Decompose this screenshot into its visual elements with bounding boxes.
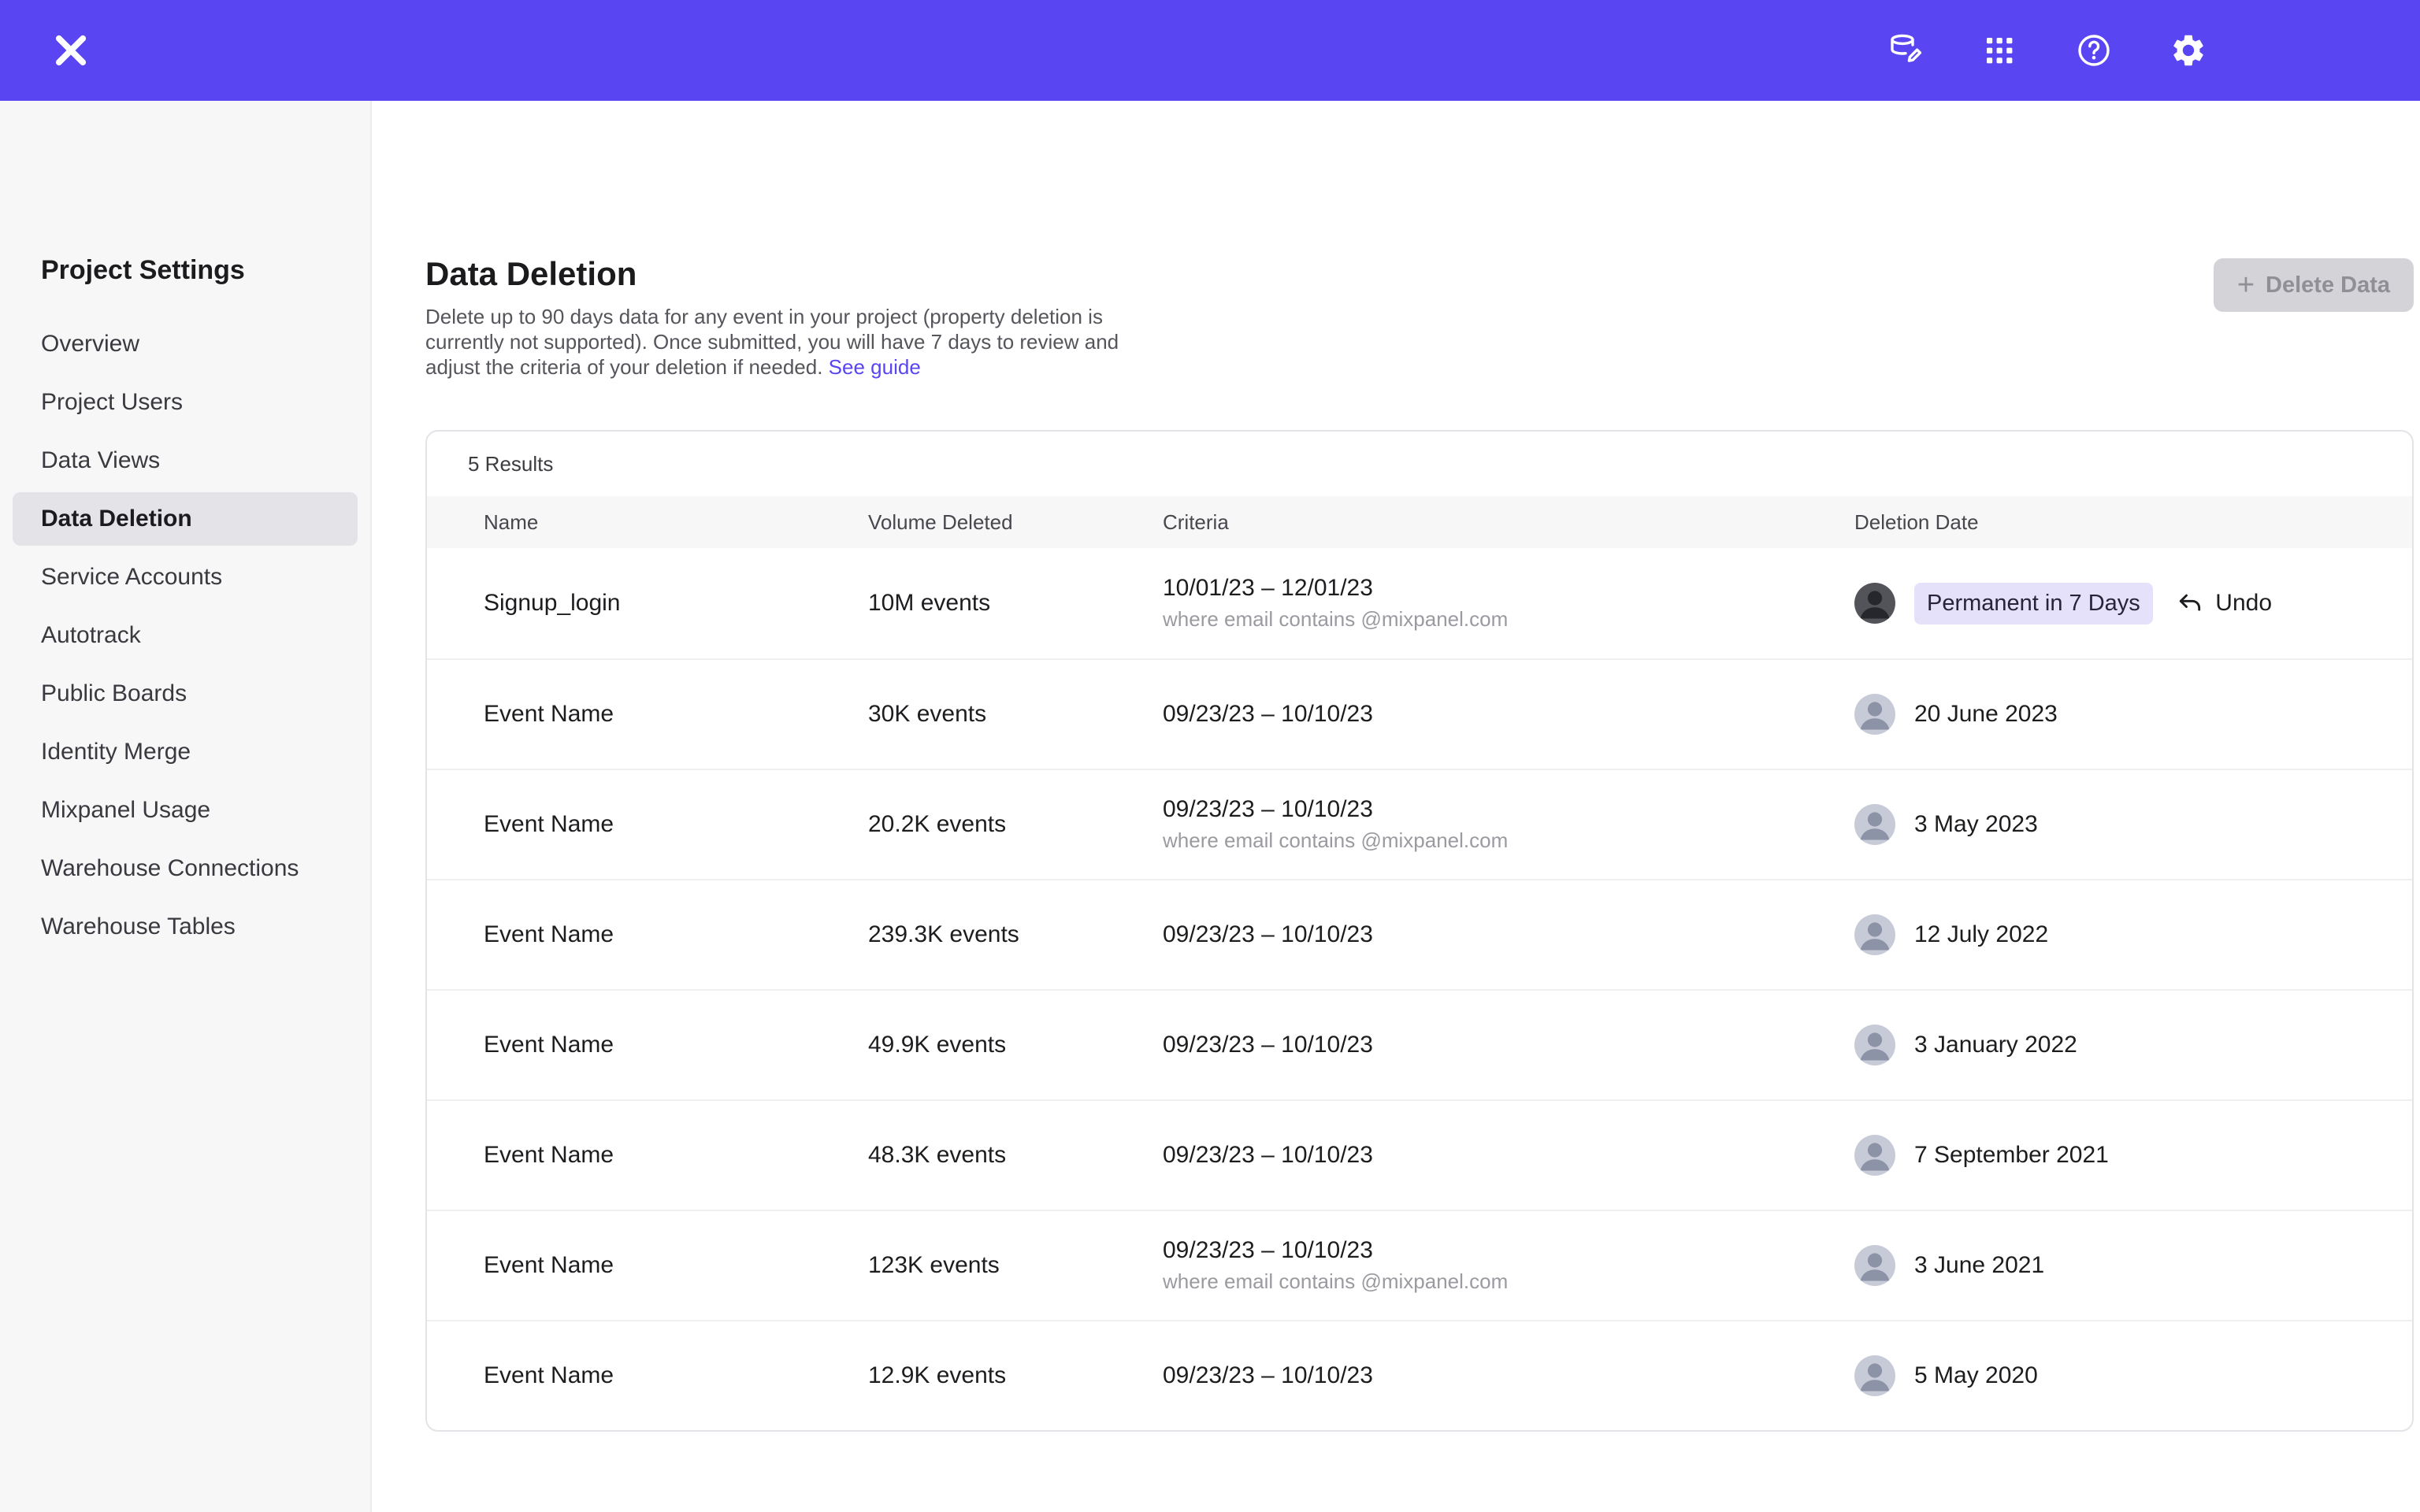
avatar [1854,1245,1895,1286]
table-row: Signup_login 10M events 10/01/23 – 12/01… [427,548,2412,658]
row-criteria-sub: where email contains @mixpanel.com [1163,828,1854,853]
deletion-date: 7 September 2021 [1914,1142,2109,1169]
undo-icon [2176,589,2204,617]
row-name: Event Name [484,701,868,728]
help-icon[interactable] [2075,32,2113,69]
sidebar-item-project-users[interactable]: Project Users [13,376,358,429]
sidebar-item-public-boards[interactable]: Public Boards [13,667,358,721]
topbar [0,0,2420,101]
table-row: Event Name 48.3K events 09/23/23 – 10/10… [427,1099,2412,1210]
sidebar-item-overview[interactable]: Overview [13,317,358,371]
avatar [1854,804,1895,845]
deletion-date: 3 January 2022 [1914,1032,2077,1058]
mixpanel-logo[interactable] [50,30,91,71]
sidebar-nav: Overview Project Users Data Views Data D… [0,317,370,954]
results-count: 5 Results [427,432,2412,496]
avatar [1854,1355,1895,1396]
sidebar-item-warehouse-tables[interactable]: Warehouse Tables [13,900,358,954]
table-row: Event Name 20.2K events 09/23/23 – 10/10… [427,769,2412,879]
sidebar-item-service-accounts[interactable]: Service Accounts [13,550,358,604]
row-criteria: 09/23/23 – 10/10/23 [1163,701,1854,728]
results-card: 5 Results Name Volume Deleted Criteria D… [425,430,2414,1432]
table-header: Name Volume Deleted Criteria Deletion Da… [427,496,2412,548]
avatar [1854,583,1895,624]
row-volume: 123K events [868,1252,1163,1279]
settings-icon[interactable] [2169,32,2207,69]
avatar [1854,1025,1895,1065]
undo-label: Undo [2215,590,2272,617]
page-head: Data Deletion Delete up to 90 days data … [425,255,2414,380]
row-criteria: 09/23/23 – 10/10/23 [1163,796,1854,823]
page-description: Delete up to 90 days data for any event … [425,304,1134,380]
avatar [1854,1135,1895,1176]
data-management-icon[interactable] [1886,32,1924,69]
delete-data-button-label: Delete Data [2266,272,2390,298]
row-volume: 49.9K events [868,1032,1163,1058]
row-volume: 20.2K events [868,811,1163,838]
apps-grid-icon[interactable] [1980,32,2018,69]
deletion-date: 5 May 2020 [1914,1362,2038,1389]
table-row: Event Name 123K events 09/23/23 – 10/10/… [427,1210,2412,1320]
row-name: Signup_login [484,590,868,617]
sidebar: Project Settings Overview Project Users … [0,101,372,1512]
topbar-icons [1886,32,2207,69]
row-name: Event Name [484,811,868,838]
deletion-date: 3 June 2021 [1914,1252,2044,1279]
row-criteria-sub: where email contains @mixpanel.com [1163,1269,1854,1294]
plus-icon: + [2237,270,2255,300]
undo-button[interactable]: Undo [2176,589,2272,617]
see-guide-link[interactable]: See guide [829,355,921,379]
row-volume: 30K events [868,701,1163,728]
sidebar-item-autotrack[interactable]: Autotrack [13,609,358,662]
row-volume: 12.9K events [868,1362,1163,1389]
row-criteria: 09/23/23 – 10/10/23 [1163,1142,1854,1169]
row-volume: 239.3K events [868,921,1163,948]
column-header-criteria: Criteria [1163,510,1854,535]
avatar [1854,694,1895,735]
table-row: Event Name 49.9K events 09/23/23 – 10/10… [427,989,2412,1099]
table-row: Event Name 12.9K events 09/23/23 – 10/10… [427,1320,2412,1430]
table-body: Signup_login 10M events 10/01/23 – 12/01… [427,548,2412,1430]
row-criteria: 09/23/23 – 10/10/23 [1163,1032,1854,1058]
deletion-date: 12 July 2022 [1914,921,2048,948]
deletion-date: 3 May 2023 [1914,811,2038,838]
sidebar-item-data-deletion[interactable]: Data Deletion [13,492,358,546]
sidebar-item-warehouse-connections[interactable]: Warehouse Connections [13,842,358,895]
page-description-text: Delete up to 90 days data for any event … [425,305,1119,379]
table-row: Event Name 30K events 09/23/23 – 10/10/2… [427,658,2412,769]
sidebar-item-mixpanel-usage[interactable]: Mixpanel Usage [13,784,358,837]
row-volume: 10M events [868,590,1163,617]
delete-data-button[interactable]: + Delete Data [2214,258,2414,312]
row-name: Event Name [484,1252,868,1279]
column-header-name: Name [484,510,868,535]
column-header-deletion-date: Deletion Date [1854,510,2412,535]
page-title: Data Deletion [425,255,1134,293]
avatar [1854,914,1895,955]
row-criteria: 09/23/23 – 10/10/23 [1163,1237,1854,1264]
sidebar-item-identity-merge[interactable]: Identity Merge [13,725,358,779]
row-name: Event Name [484,921,868,948]
main-content: Data Deletion Delete up to 90 days data … [372,101,2420,1512]
row-criteria: 10/01/23 – 12/01/23 [1163,575,1854,602]
deletion-status-badge: Permanent in 7 Days [1914,583,2153,624]
sidebar-item-data-views[interactable]: Data Views [13,434,358,487]
column-header-volume: Volume Deleted [868,510,1163,535]
deletion-date: 20 June 2023 [1914,701,2058,728]
row-criteria: 09/23/23 – 10/10/23 [1163,921,1854,948]
row-name: Event Name [484,1032,868,1058]
row-volume: 48.3K events [868,1142,1163,1169]
table-row: Event Name 239.3K events 09/23/23 – 10/1… [427,879,2412,989]
sidebar-title: Project Settings [0,255,370,286]
row-name: Event Name [484,1142,868,1169]
row-criteria: 09/23/23 – 10/10/23 [1163,1362,1854,1389]
row-name: Event Name [484,1362,868,1389]
row-criteria-sub: where email contains @mixpanel.com [1163,607,1854,632]
